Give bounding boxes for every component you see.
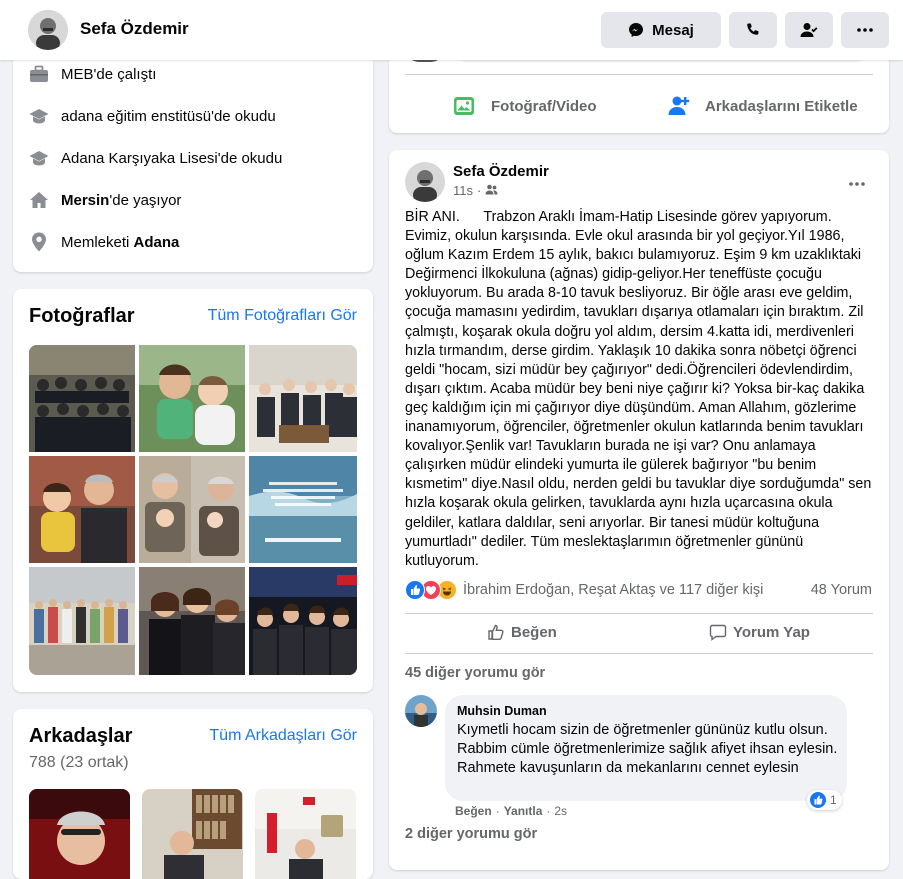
intro-hometown: Memleketi Adana: [29, 232, 179, 252]
view-more-comments-link-2[interactable]: 2 diğer yorumu gör: [405, 826, 537, 842]
view-more-comments-link[interactable]: 45 diğer yorumu gör: [405, 665, 545, 681]
graduation-cap-icon: [29, 106, 49, 126]
tag-friends-button[interactable]: Arkadaşlarını Etiketle: [667, 94, 858, 118]
intro-education-1: adana eğitim enstitüsü'de okudu: [29, 106, 276, 126]
photos-card: Fotoğraflar Tüm Fotoğrafları Gör: [13, 289, 373, 692]
divider: [405, 74, 873, 75]
divider: [405, 613, 873, 614]
separator-dot: ·: [477, 183, 482, 198]
comment-text: Kıymetli hocam sizin de öğretmenler günü…: [457, 722, 838, 776]
friends-count: 788 (23 ortak): [29, 754, 129, 771]
photo-thumbnail[interactable]: [139, 567, 245, 675]
like-button[interactable]: Beğen: [487, 623, 557, 641]
comment-bubble: Muhsin Duman Kıymetli hocam sizin de öğr…: [445, 695, 847, 801]
message-button[interactable]: Mesaj: [601, 12, 721, 48]
comment-actions: Beğen · Yanıtla · 2s: [455, 804, 567, 818]
comment-like-link[interactable]: Beğen: [455, 804, 492, 818]
friend-photo[interactable]: [142, 789, 243, 879]
post-meta: 11s ·: [453, 183, 498, 198]
photo-thumbnail[interactable]: [249, 345, 357, 452]
lives-city[interactable]: Mersin: [61, 192, 109, 209]
friend-photo[interactable]: [29, 789, 130, 879]
intro-card: MEB'de çalıştı adana eğitim enstitüsü'de…: [13, 40, 373, 272]
friend-photo[interactable]: [255, 789, 356, 879]
comment-bubble-icon: [709, 623, 733, 641]
comment-reactions[interactable]: 1: [807, 790, 842, 810]
like-reaction-icon: [810, 792, 826, 808]
phone-icon: [745, 22, 761, 38]
tag-people-icon: [667, 94, 697, 118]
comments-count-link[interactable]: 48 Yorum: [811, 582, 872, 598]
hometown-city[interactable]: Adana: [134, 234, 180, 251]
messenger-icon: [628, 22, 644, 38]
home-icon: [29, 190, 49, 210]
post-options-button[interactable]: [849, 173, 865, 191]
friend-status-button[interactable]: [785, 12, 833, 48]
photo-thumbnail[interactable]: [139, 345, 245, 452]
photo-video-button[interactable]: Fotoğraf/Video: [453, 94, 597, 118]
message-button-label: Mesaj: [652, 21, 694, 39]
post-author-name[interactable]: Sefa Özdemir: [453, 163, 549, 180]
reactions-names[interactable]: İbrahim Erdoğan, Reşat Aktaş ve 117 diğe…: [463, 582, 763, 598]
call-button[interactable]: [729, 12, 777, 48]
post-card: Sefa Özdemir 11s · BİR ANI. Trabzon Arak…: [389, 150, 889, 870]
intro-work: MEB'de çalıştı: [29, 64, 156, 84]
photo-thumbnail[interactable]: [139, 456, 245, 563]
reactions-summary[interactable]: İbrahim Erdoğan, Reşat Aktaş ve 117 diğe…: [405, 580, 763, 600]
photo-thumbnail[interactable]: [249, 567, 357, 675]
profile-name[interactable]: Sefa Özdemir: [80, 19, 189, 39]
comment-author[interactable]: Muhsin Duman: [457, 704, 547, 718]
friends-audience-icon[interactable]: [485, 183, 498, 198]
graduation-cap-icon: [29, 148, 49, 168]
photo-thumbnail[interactable]: [29, 567, 135, 675]
photo-thumbnail[interactable]: [29, 345, 135, 452]
photo-thumbnail[interactable]: [29, 456, 135, 563]
more-options-button[interactable]: [841, 12, 889, 48]
post-body-text: BİR ANI. Trabzon Araklı İmam-Hatip Lises…: [405, 209, 876, 569]
like-reaction-icon: [405, 580, 425, 600]
ellipsis-icon: [857, 28, 873, 32]
separator-dot: ·: [495, 804, 500, 818]
ellipsis-icon: [849, 173, 865, 190]
photos-title: Fotoğraflar: [29, 305, 135, 327]
profile-avatar[interactable]: [28, 10, 68, 50]
photo-gallery-icon: [453, 94, 483, 118]
comment-reply-link[interactable]: Yanıtla: [504, 804, 543, 818]
see-all-photos-link[interactable]: Tüm Fotoğrafları Gör: [208, 307, 357, 325]
separator-dot: ·: [546, 804, 551, 818]
intro-lives-in: Mersin'de yaşıyor: [29, 190, 181, 210]
friends-card: Arkadaşlar Tüm Arkadaşları Gör 788 (23 o…: [13, 709, 373, 879]
intro-education-2: Adana Karşıyaka Lisesi'de okudu: [29, 148, 282, 168]
thumbs-up-icon: [487, 623, 511, 641]
see-all-friends-link[interactable]: Tüm Arkadaşları Gör: [209, 727, 357, 745]
post-author-avatar[interactable]: [405, 162, 445, 202]
profile-header-bar: Sefa Özdemir Mesaj: [0, 0, 903, 60]
comment-time[interactable]: 2s: [554, 804, 567, 818]
friends-title: Arkadaşlar: [29, 725, 133, 747]
photo-thumbnail[interactable]: [249, 456, 357, 563]
location-pin-icon: [29, 232, 49, 252]
comment-button[interactable]: Yorum Yap: [709, 623, 810, 641]
commenter-avatar[interactable]: [405, 695, 437, 727]
post-time[interactable]: 11s: [453, 183, 473, 198]
divider: [405, 653, 873, 654]
briefcase-icon: [29, 64, 49, 84]
user-check-icon: [800, 22, 818, 38]
